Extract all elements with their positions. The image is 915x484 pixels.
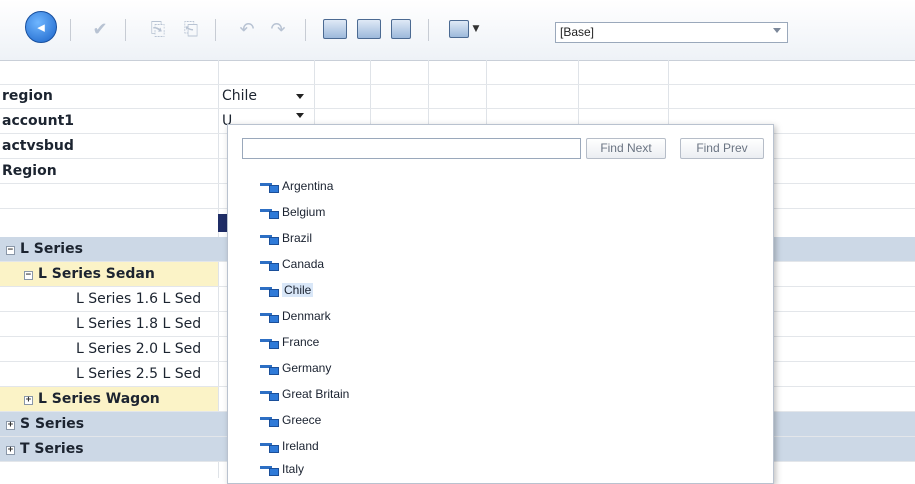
expand-icon[interactable]: +: [6, 446, 15, 455]
member-label: Brazil: [282, 231, 313, 245]
redo-icon[interactable]: ↷: [266, 16, 290, 42]
hierarchy-icon: [448, 20, 469, 38]
member-icon: [260, 284, 280, 297]
member-label: Great Britain: [282, 387, 350, 401]
member-label: France: [282, 335, 320, 349]
calendar-icon[interactable]: [322, 16, 348, 42]
member-item[interactable]: Denmark: [260, 303, 331, 329]
member-label: Italy: [282, 462, 305, 476]
member-item[interactable]: Italy: [260, 459, 304, 479]
member-label: Chile: [282, 283, 314, 297]
tree-row-label: L Series 1.8 L Sed: [76, 316, 202, 332]
member-search-input[interactable]: [242, 138, 581, 159]
member-icon: [260, 232, 280, 245]
find-prev-button[interactable]: Find Prev: [680, 138, 764, 159]
member-item[interactable]: France: [260, 329, 319, 355]
tree-row-label: L Series 1.6 L Sed: [76, 291, 202, 307]
member-item[interactable]: Canada: [260, 251, 324, 277]
copy-icon[interactable]: ⎘: [147, 16, 169, 42]
tree-row-label: L Series Wagon: [38, 391, 160, 407]
member-icon: [260, 258, 280, 271]
pov-label: Region: [2, 163, 57, 179]
expand-icon[interactable]: +: [24, 396, 33, 405]
member-label: Canada: [282, 257, 325, 271]
member-item[interactable]: Brazil: [260, 225, 312, 251]
check-icon[interactable]: ✔: [88, 16, 112, 42]
member-icon: [260, 206, 280, 219]
tree-row-label: L Series 2.0 L Sed: [76, 341, 202, 357]
member-icon: [260, 362, 280, 375]
member-icon: [260, 463, 280, 476]
navigate-button[interactable]: ◂: [25, 11, 57, 43]
member-item[interactable]: Germany: [260, 355, 331, 381]
member-icon: [260, 440, 280, 453]
pov-label: actvsbud: [2, 138, 74, 154]
collapse-icon[interactable]: −: [24, 271, 33, 280]
member-icon: [260, 336, 280, 349]
member-label: Germany: [282, 361, 332, 375]
toolbar-separator: [125, 19, 126, 41]
member-label: Ireland: [282, 439, 319, 453]
chevron-down-icon[interactable]: [296, 94, 304, 99]
member-item[interactable]: Belgium: [260, 199, 325, 225]
member-icon: [260, 180, 280, 193]
member-label: Belgium: [282, 205, 326, 219]
member-selection-popup: Find Next Find Prev Argentina Belgium Br…: [227, 124, 774, 484]
member-icon: [260, 388, 280, 401]
tree-row-label: L Series: [20, 241, 83, 257]
calendar-edit-icon[interactable]: [356, 16, 382, 42]
arrow-circle-icon: ◂: [25, 11, 57, 43]
undo-icon[interactable]: ↶: [235, 16, 259, 42]
chevron-down-icon: ▼: [472, 24, 480, 34]
member-item-selected[interactable]: Chile: [260, 277, 314, 303]
tree-row-label: L Series 2.5 L Sed: [76, 366, 202, 382]
base-combo-value: [Base]: [560, 25, 595, 39]
member-item[interactable]: Great Britain: [260, 381, 349, 407]
toolbar-separator: [70, 19, 71, 41]
member-icon: [260, 414, 280, 427]
member-item[interactable]: Greece: [260, 407, 321, 433]
tree-row-label: T Series: [20, 441, 84, 457]
header-row: [0, 60, 915, 85]
member-selector-button[interactable]: ▼: [444, 16, 484, 42]
member-label: Denmark: [282, 309, 331, 323]
toolbar: ◂ ✔ ⎘ ⎗ ↶ ↷ ▼ [Base]: [0, 0, 915, 61]
pov-value[interactable]: Chile: [222, 84, 302, 108]
member-item[interactable]: Ireland: [260, 433, 319, 459]
find-next-button[interactable]: Find Next: [586, 138, 666, 159]
pov-label: account1: [2, 113, 75, 129]
cell-marker: [218, 214, 227, 232]
collapse-icon[interactable]: −: [6, 246, 15, 255]
tree-row-label: S Series: [20, 416, 85, 432]
member-item[interactable]: Argentina: [260, 173, 333, 199]
chart-icon[interactable]: [388, 16, 414, 42]
member-label: Argentina: [282, 179, 334, 193]
member-label: Greece: [282, 413, 322, 427]
member-icon: [260, 310, 280, 323]
expand-icon[interactable]: +: [6, 421, 15, 430]
tree-row-label: L Series Sedan: [38, 266, 155, 282]
chevron-down-icon: [773, 28, 781, 33]
toolbar-separator: [428, 19, 429, 41]
paste-icon[interactable]: ⎗: [180, 16, 202, 42]
chevron-down-icon[interactable]: [296, 113, 304, 118]
toolbar-separator: [305, 19, 306, 41]
base-combo[interactable]: [Base]: [555, 22, 788, 43]
pov-row: region Chile: [0, 84, 915, 109]
pov-label: region: [2, 88, 53, 104]
toolbar-separator: [215, 19, 216, 41]
